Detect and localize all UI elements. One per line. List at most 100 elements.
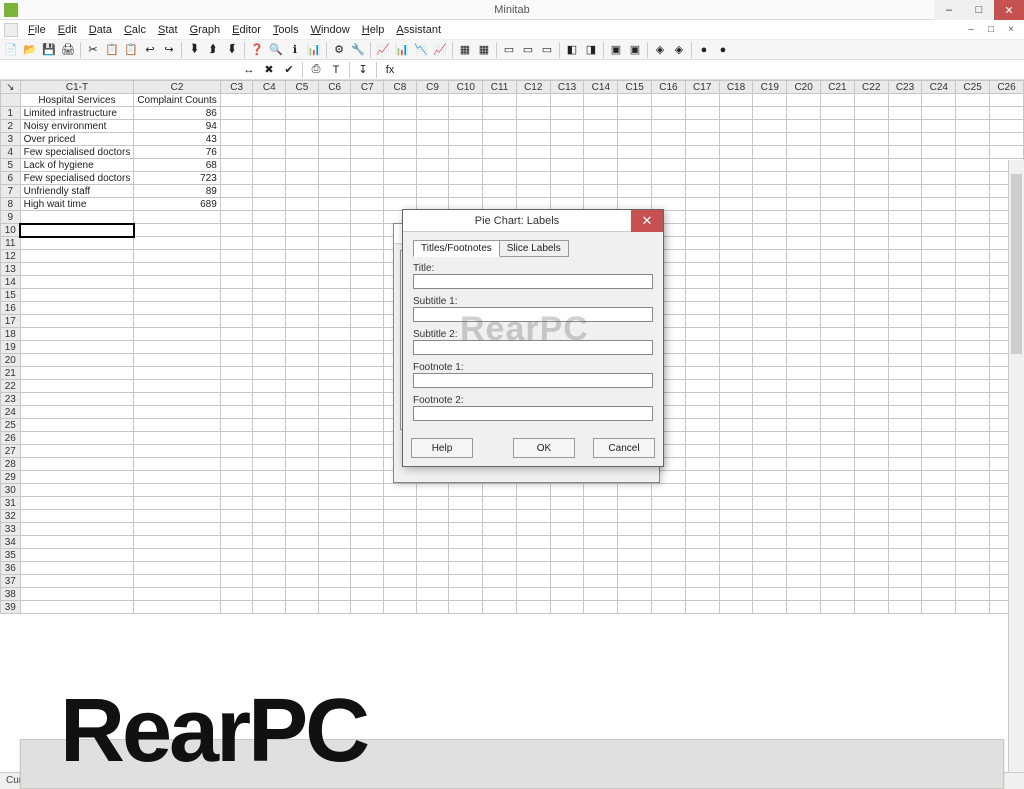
cell-r2-c19[interactable] — [753, 120, 787, 133]
cell-r6-c16[interactable] — [652, 172, 686, 185]
cell-r30-c10[interactable] — [449, 484, 483, 497]
row-header-13[interactable]: 13 — [1, 263, 21, 276]
cell-r13-c4[interactable] — [253, 263, 286, 276]
cell-r34-c20[interactable] — [787, 536, 821, 549]
cell-r17-c18[interactable] — [719, 315, 753, 328]
row-header-3[interactable]: 3 — [1, 133, 21, 146]
cell-r6-c10[interactable] — [449, 172, 483, 185]
cell-r8-c22[interactable] — [854, 198, 888, 211]
col-name-c1[interactable]: Hospital Services — [20, 94, 134, 107]
cell-r3-c24[interactable] — [922, 133, 956, 146]
cell-r2-c9[interactable] — [416, 120, 449, 133]
cell-r6-c2[interactable]: 723 — [134, 172, 220, 185]
cell-r5-c17[interactable] — [685, 159, 719, 172]
cell-r5-c25[interactable] — [956, 159, 990, 172]
cell-r7-c23[interactable] — [888, 185, 922, 198]
cell-r19-c22[interactable] — [854, 341, 888, 354]
menu-help[interactable]: Help — [356, 22, 391, 38]
cell-r21-c24[interactable] — [922, 367, 956, 380]
cell-r28-c1[interactable] — [20, 458, 134, 471]
cell-r2-c10[interactable] — [449, 120, 483, 133]
cell-r16-c18[interactable] — [719, 302, 753, 315]
cell-r16-c23[interactable] — [888, 302, 922, 315]
cell-r23-c2[interactable] — [134, 393, 220, 406]
cell-r13-c23[interactable] — [888, 263, 922, 276]
cell-r9-c4[interactable] — [253, 211, 286, 224]
cell-r19-c17[interactable] — [685, 341, 719, 354]
cell-r8-c24[interactable] — [922, 198, 956, 211]
cell-r12-c22[interactable] — [854, 250, 888, 263]
column-header-c5[interactable]: C5 — [286, 81, 319, 94]
toolbar-button[interactable]: 📋 — [103, 41, 121, 59]
cell-r2-c16[interactable] — [652, 120, 686, 133]
cell-r20-c25[interactable] — [956, 354, 990, 367]
cell-r10-c24[interactable] — [922, 224, 956, 237]
dialog-close-button[interactable]: ✕ — [631, 210, 663, 232]
cell-r1-c15[interactable] — [618, 107, 652, 120]
cell-r23-c20[interactable] — [787, 393, 821, 406]
cell-r5-c22[interactable] — [854, 159, 888, 172]
cell-r31-c10[interactable] — [449, 497, 483, 510]
cell-r26-c25[interactable] — [956, 432, 990, 445]
cell-r35-c7[interactable] — [351, 549, 384, 562]
cell-r33-c21[interactable] — [821, 523, 855, 536]
cell-r34-c15[interactable] — [618, 536, 652, 549]
cell-r34-c10[interactable] — [449, 536, 483, 549]
cell-r21-c20[interactable] — [787, 367, 821, 380]
cell-r27-c3[interactable] — [220, 445, 253, 458]
cell-r5-c2[interactable]: 68 — [134, 159, 220, 172]
cell-r6-c24[interactable] — [922, 172, 956, 185]
cell-r21-c5[interactable] — [286, 367, 319, 380]
cell-r6-c19[interactable] — [753, 172, 787, 185]
cell-r38-c2[interactable] — [134, 588, 220, 601]
cell-r35-c8[interactable] — [384, 549, 417, 562]
cell-r4-c23[interactable] — [888, 146, 922, 159]
cell-r2-c1[interactable]: Noisy environment — [20, 120, 134, 133]
cell-r19-c7[interactable] — [351, 341, 384, 354]
cell-r11-c19[interactable] — [753, 237, 787, 250]
cell-r29-c7[interactable] — [351, 471, 384, 484]
menu-data[interactable]: Data — [83, 22, 118, 38]
cell-r14-c7[interactable] — [351, 276, 384, 289]
cell-r33-c16[interactable] — [652, 523, 686, 536]
cell-r5-c9[interactable] — [416, 159, 449, 172]
cell-r32-c1[interactable] — [20, 510, 134, 523]
row-header-30[interactable]: 30 — [1, 484, 21, 497]
cell-r15-c25[interactable] — [956, 289, 990, 302]
cell-r10-c21[interactable] — [821, 224, 855, 237]
cell-r4-c21[interactable] — [821, 146, 855, 159]
cell-r2-c26[interactable] — [990, 120, 1024, 133]
cell-r3-c6[interactable] — [318, 133, 351, 146]
cell-r1-c11[interactable] — [483, 107, 517, 120]
cell-r31-c5[interactable] — [286, 497, 319, 510]
cell-r13-c3[interactable] — [220, 263, 253, 276]
cell-r19-c4[interactable] — [253, 341, 286, 354]
close-button[interactable]: ✕ — [994, 0, 1024, 20]
field-input-0[interactable] — [413, 274, 653, 289]
cell-r6-c22[interactable] — [854, 172, 888, 185]
cell-r7-c21[interactable] — [821, 185, 855, 198]
row-header-19[interactable]: 19 — [1, 341, 21, 354]
cell-r10-c1[interactable] — [20, 224, 134, 237]
cell-r25-c7[interactable] — [351, 419, 384, 432]
row-header-29[interactable]: 29 — [1, 471, 21, 484]
cell-r32-c12[interactable] — [516, 510, 550, 523]
cell-r34-c22[interactable] — [854, 536, 888, 549]
cell-r17-c25[interactable] — [956, 315, 990, 328]
cell-r38-c21[interactable] — [821, 588, 855, 601]
cell-r34-c5[interactable] — [286, 536, 319, 549]
cell-r32-c4[interactable] — [253, 510, 286, 523]
cell-r31-c8[interactable] — [384, 497, 417, 510]
column-header-c20[interactable]: C20 — [787, 81, 821, 94]
cell-r5-c8[interactable] — [384, 159, 417, 172]
cell-r11-c2[interactable] — [134, 237, 220, 250]
cell-r38-c13[interactable] — [550, 588, 584, 601]
cell-r14-c2[interactable] — [134, 276, 220, 289]
cell-r25-c3[interactable] — [220, 419, 253, 432]
row-header-25[interactable]: 25 — [1, 419, 21, 432]
cell-r24-c6[interactable] — [318, 406, 351, 419]
cell-r7-c5[interactable] — [286, 185, 319, 198]
toolbar-button[interactable]: ◈ — [651, 41, 669, 59]
cell-r18-c22[interactable] — [854, 328, 888, 341]
cell-r25-c17[interactable] — [685, 419, 719, 432]
